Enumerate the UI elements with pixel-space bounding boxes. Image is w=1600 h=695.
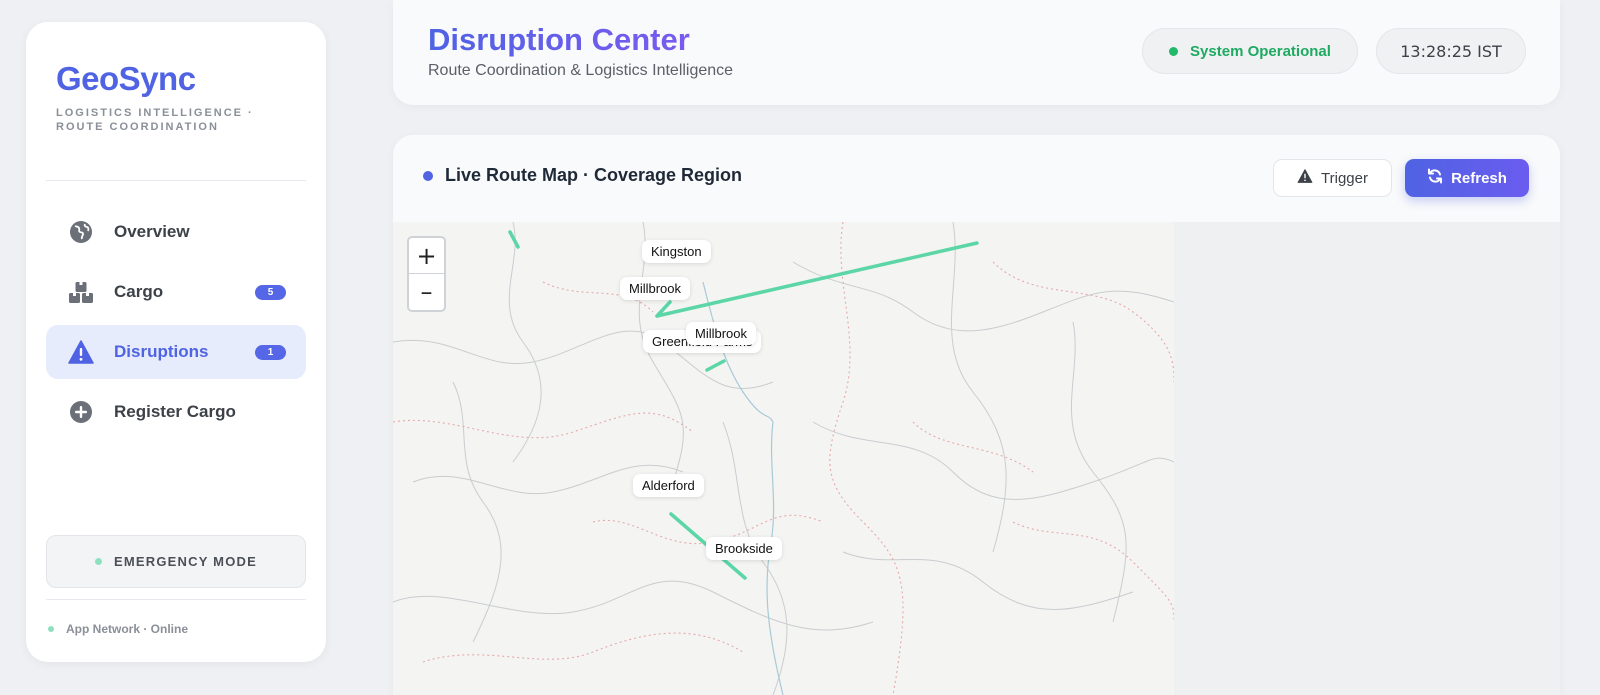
network-status-label: App Network · Online [66, 622, 189, 636]
warning-icon [68, 339, 94, 365]
cargo-count-badge: 5 [255, 285, 286, 300]
system-status-label: System Operational [1190, 42, 1331, 60]
brand-subtitle: LOGISTICS INTELLIGENCE · ROUTE COORDINAT… [56, 107, 254, 133]
sidebar-divider [46, 599, 306, 600]
emergency-status-dot [95, 558, 103, 565]
page-header: Disruption Center Route Coordination & L… [393, 0, 1560, 105]
map-side-panel [1174, 222, 1560, 695]
sidebar-item-label: Cargo [114, 282, 164, 301]
refresh-label: Refresh [1451, 169, 1507, 187]
sidebar-divider [46, 180, 306, 181]
zoom-control: + – [407, 236, 446, 312]
city-label-brookside[interactable]: Brookside [706, 537, 782, 560]
emergency-mode-label: EMERGENCY MODE [114, 554, 257, 569]
refresh-button[interactable]: Refresh [1405, 159, 1529, 197]
route-map-card: Live Route Map · Coverage Region Trigger… [393, 135, 1560, 695]
brand: GeoSync LOGISTICS INTELLIGENCE · ROUTE C… [56, 60, 266, 134]
sidebar-nav: Overview Cargo 5 Disruptions 1 Register … [46, 205, 306, 445]
city-label-alderford[interactable]: Alderford [633, 474, 704, 497]
plus-circle-icon [68, 399, 94, 425]
city-label-millbrook[interactable]: Millbrook [620, 277, 691, 300]
boxes-icon [68, 279, 94, 305]
clock: 13:28:25 IST [1376, 28, 1526, 74]
sidebar: GeoSync LOGISTICS INTELLIGENCE · ROUTE C… [26, 22, 326, 662]
sidebar-item-overview[interactable]: Overview [46, 205, 306, 259]
sidebar-item-disruptions[interactable]: Disruptions 1 [46, 325, 306, 379]
live-indicator-dot [423, 170, 433, 181]
globe-icon [68, 219, 94, 245]
city-label-millbrook[interactable]: Millbrook [686, 322, 757, 345]
emergency-mode-button[interactable]: EMERGENCY MODE [46, 535, 306, 588]
network-status: App Network · Online [48, 622, 188, 636]
refresh-icon [1427, 168, 1443, 189]
map-header: Live Route Map · Coverage Region [423, 165, 742, 186]
sidebar-item-register-cargo[interactable]: Register Cargo [46, 385, 306, 439]
trigger-button[interactable]: Trigger [1273, 159, 1392, 197]
sidebar-item-label: Overview [114, 222, 190, 241]
disruptions-count-badge: 1 [255, 345, 286, 360]
page-subtitle: Route Coordination & Logistics Intellige… [428, 62, 734, 79]
map-title: Live Route Map · Coverage Region [445, 165, 743, 185]
map-terrain [393, 222, 1174, 695]
sidebar-item-label: Register Cargo [114, 402, 236, 421]
trigger-label: Trigger [1321, 169, 1368, 187]
sidebar-item-cargo[interactable]: Cargo 5 [46, 265, 306, 319]
route-map[interactable]: + – Kingston Millbrook Greenfield Farms … [393, 222, 1174, 695]
network-status-dot [48, 626, 54, 632]
city-label-kingston[interactable]: Kingston [642, 240, 711, 263]
zoom-in-button[interactable]: + [409, 238, 444, 274]
sidebar-item-label: Disruptions [114, 342, 209, 361]
warning-icon [1297, 168, 1313, 188]
page-title: Disruption Center [428, 22, 690, 57]
system-status-badge: System Operational [1142, 28, 1358, 74]
status-dot [1169, 46, 1179, 56]
zoom-out-button[interactable]: – [409, 274, 444, 310]
brand-title: GeoSync [56, 60, 196, 97]
